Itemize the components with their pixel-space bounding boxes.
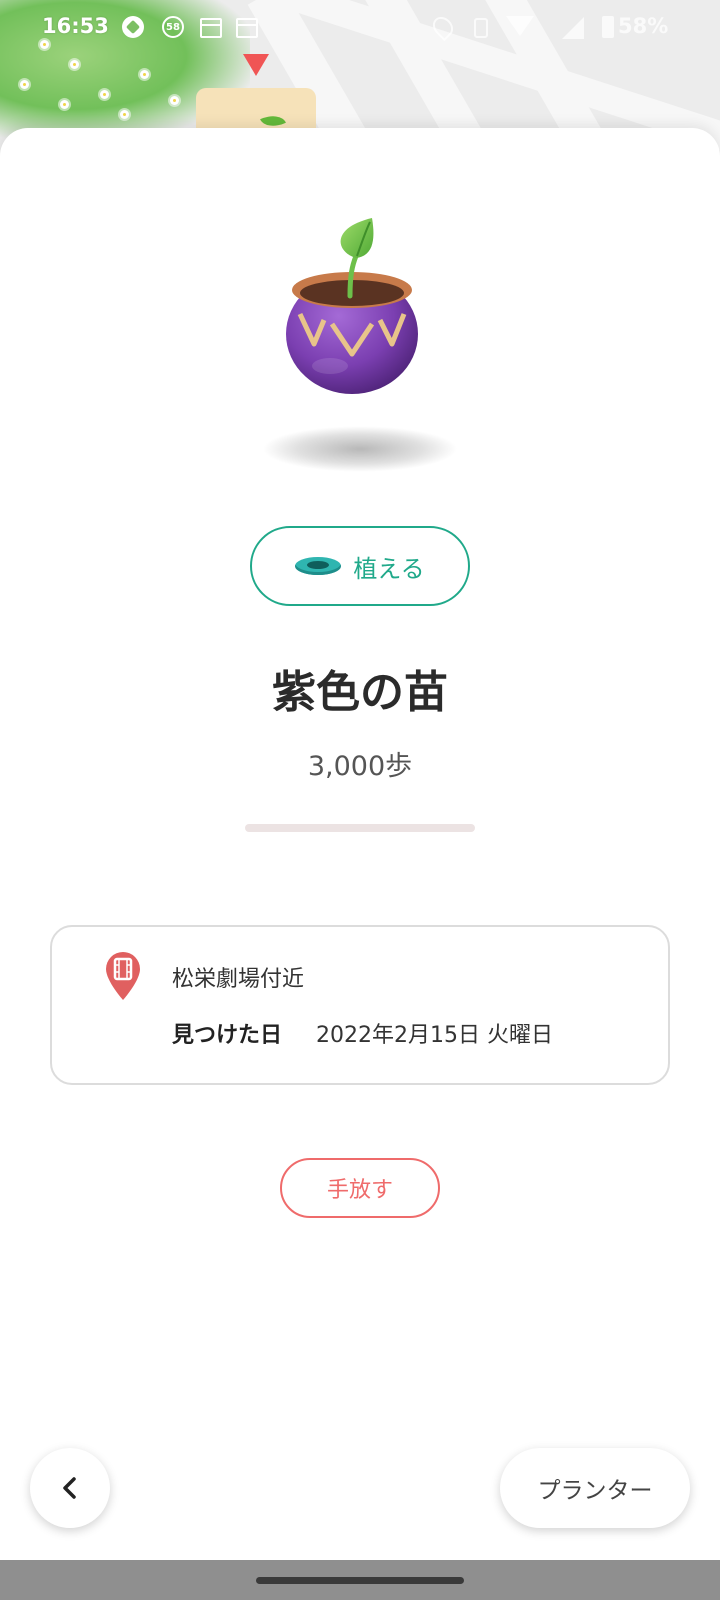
found-date-label: 見つけた日 bbox=[172, 1023, 283, 1048]
planter-icon bbox=[295, 557, 342, 575]
signal-icon bbox=[562, 17, 584, 39]
plant-button-label: 植える bbox=[353, 554, 425, 583]
found-location: 松栄劇場付近 bbox=[172, 967, 305, 992]
status-time: 16:53 bbox=[42, 14, 109, 38]
flower-decoration bbox=[140, 70, 149, 79]
theater-pin-icon bbox=[106, 952, 140, 1000]
growth-progress-bar bbox=[245, 824, 475, 832]
item-steps: 3,000歩 bbox=[307, 751, 413, 782]
item-name: 紫色の苗 bbox=[272, 667, 448, 718]
battery-level: 58% bbox=[618, 14, 669, 38]
map-pointer-icon bbox=[243, 54, 269, 76]
calendar-icon bbox=[200, 18, 222, 38]
battery-icon bbox=[602, 16, 614, 38]
flower-decoration bbox=[100, 90, 109, 99]
game-icon bbox=[122, 16, 144, 38]
flower-decoration bbox=[70, 60, 79, 69]
flower-decoration bbox=[170, 96, 179, 105]
badge-58-icon: 58 bbox=[162, 16, 184, 38]
chevron-left-icon bbox=[63, 1477, 76, 1499]
pot-shadow bbox=[262, 426, 458, 472]
flower-decoration bbox=[20, 80, 29, 89]
purple-seedling-pot-icon bbox=[286, 218, 418, 394]
calendar-icon bbox=[236, 18, 258, 38]
found-info-card: 松栄劇場付近 見つけた日 2022年2月15日 火曜日 bbox=[50, 925, 670, 1085]
plant-button[interactable]: 植える bbox=[250, 526, 470, 606]
item-detail-sheet: 植える 紫色の苗 3,000歩 松栄劇場付近 見つけた日 2022年2月15日 … bbox=[0, 128, 720, 1560]
found-date: 2022年2月15日 火曜日 bbox=[316, 1023, 553, 1048]
planter-button[interactable]: プランター bbox=[500, 1448, 690, 1528]
wifi-icon bbox=[506, 16, 534, 36]
home-indicator[interactable] bbox=[256, 1577, 464, 1584]
system-nav-bar bbox=[0, 1560, 720, 1600]
back-button[interactable] bbox=[30, 1448, 110, 1528]
vibrate-icon bbox=[474, 18, 488, 38]
flower-decoration bbox=[60, 100, 69, 109]
status-bar: 16:53 58 58% bbox=[0, 0, 720, 56]
release-button[interactable]: 手放す bbox=[280, 1158, 440, 1218]
flower-decoration bbox=[120, 110, 129, 119]
location-icon bbox=[428, 12, 458, 42]
